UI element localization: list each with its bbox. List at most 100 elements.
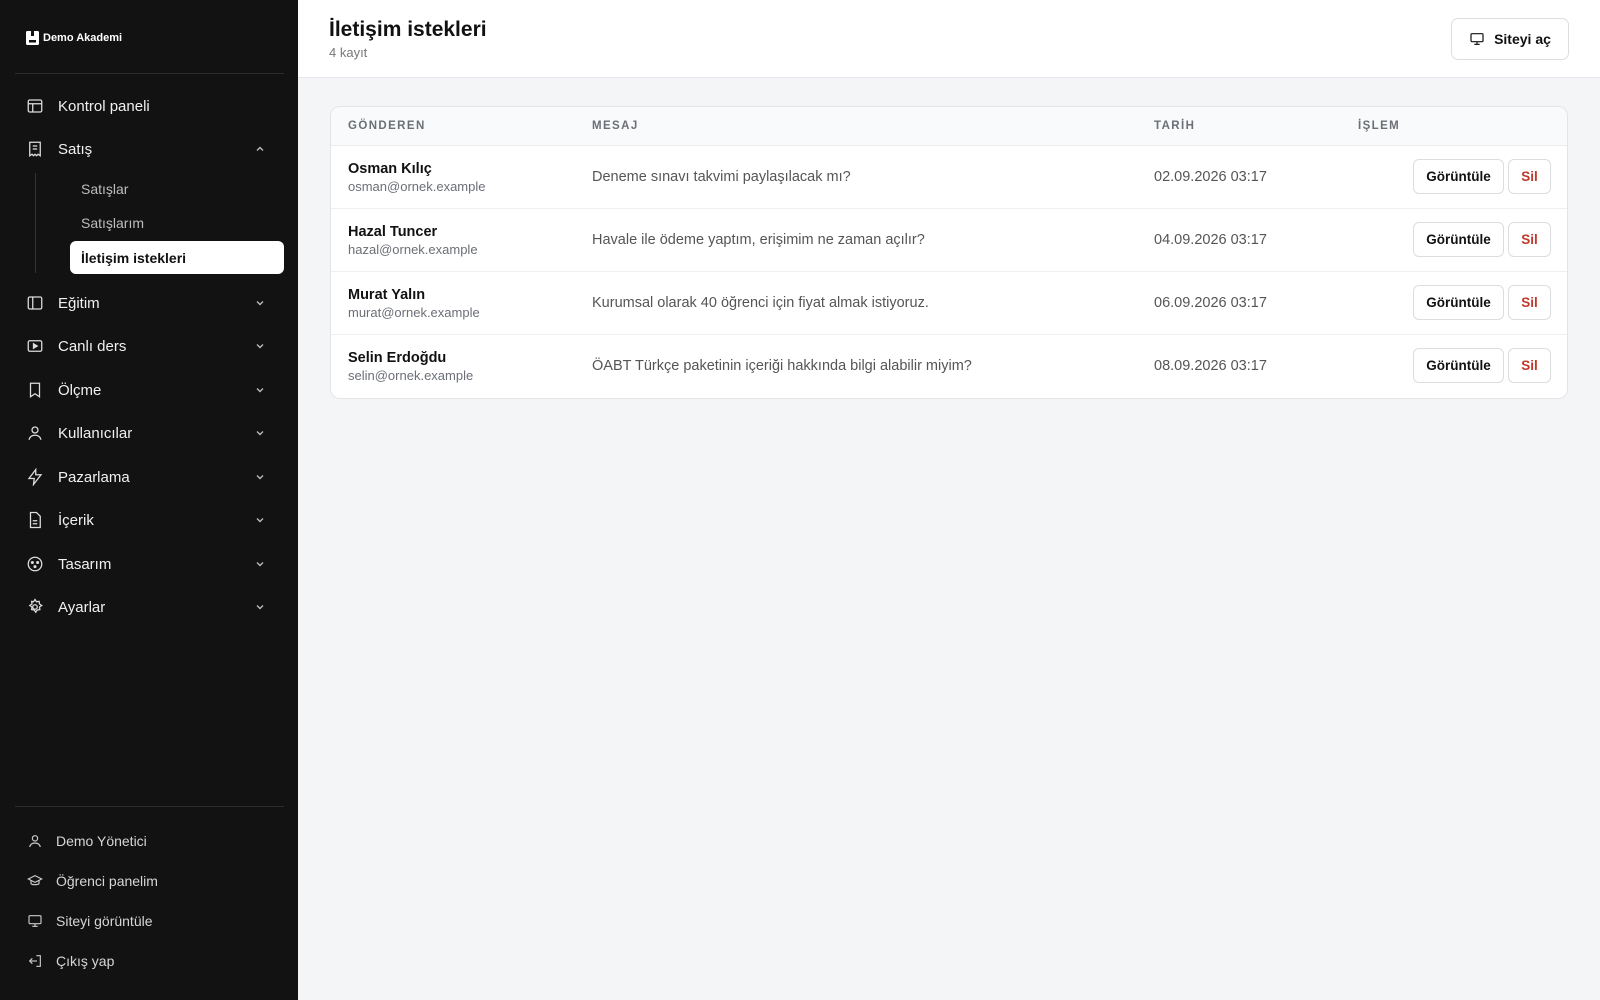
chevron-down-icon [254, 384, 266, 396]
sidebar-item-live-class[interactable]: Canlı ders [26, 328, 276, 364]
sidebar-item-content[interactable]: İçerik [26, 502, 276, 538]
table-row: Murat Yalın murat@ornek.example Kurumsal… [331, 272, 1567, 335]
sidebar-item-label: Pazarlama [58, 468, 130, 486]
sidebar-footer-logout[interactable]: Çıkış yap [27, 946, 277, 976]
sidebar-subitem-sales[interactable]: Satışlar [70, 172, 284, 205]
message-text: Deneme sınavı takvimi paylaşılacak mı? [592, 169, 851, 185]
table-row: Selin Erdoğdu selin@ornek.example ÖABT T… [331, 335, 1567, 398]
sender-email: osman@ornek.example [348, 179, 486, 194]
submenu-line [35, 173, 36, 273]
brand[interactable]: Demo Akademi [26, 31, 122, 45]
sidebar-subitem-contact-requests[interactable]: İletişim istekleri [70, 241, 284, 274]
sidebar-item-label: İçerik [58, 511, 94, 529]
subitem-label: Satışlar [81, 180, 129, 197]
chevron-down-icon [254, 601, 266, 613]
sidebar-divider [15, 73, 284, 74]
sidebar-item-assessment[interactable]: Ölçme [26, 372, 276, 408]
sender-name: Hazal Tuncer [348, 224, 438, 240]
sidebar-item-sales[interactable]: Satış [26, 131, 276, 167]
page-header: İletişim istekleri 4 kayıt Siteyi aç [298, 0, 1600, 78]
gear-icon [26, 598, 44, 616]
view-button[interactable]: Görüntüle [1413, 159, 1504, 194]
monitor-icon [27, 913, 43, 929]
sidebar-item-settings[interactable]: Ayarlar [26, 589, 276, 625]
brand-name: Demo Akademi [43, 32, 123, 44]
sidebar-item-education[interactable]: Eğitim [26, 285, 276, 321]
message-text: Havale ile ödeme yaptım, erişimim ne zam… [592, 232, 925, 248]
sidebar-footer-student-panel[interactable]: Öğrenci panelim [27, 866, 277, 896]
column-header-action: İŞLEM [1358, 120, 1401, 132]
message-date: 04.09.2026 03:17 [1154, 232, 1267, 248]
column-header-sender: GÖNDEREN [348, 120, 426, 132]
sidebar-divider [15, 806, 284, 807]
receipt-icon [26, 140, 44, 158]
sender-name: Osman Kılıç [348, 161, 432, 177]
chevron-down-icon [254, 471, 266, 483]
sender-email: hazal@ornek.example [348, 242, 478, 257]
message-date: 02.09.2026 03:17 [1154, 169, 1267, 185]
sidebar-item-label: Ölçme [58, 381, 102, 399]
delete-button[interactable]: Sil [1508, 159, 1551, 194]
chevron-down-icon [254, 558, 266, 570]
video-play-icon [26, 337, 44, 355]
view-button[interactable]: Görüntüle [1413, 285, 1504, 320]
graduation-cap-icon [27, 873, 43, 889]
sidebar-footer-view-site[interactable]: Siteyi görüntüle [27, 906, 277, 936]
sender-name: Selin Erdoğdu [348, 350, 447, 366]
monitor-icon [1469, 31, 1485, 47]
document-icon [26, 511, 44, 529]
record-count: 4 kayıt [329, 45, 368, 60]
footer-item-label: Çıkış yap [56, 953, 115, 969]
layout-icon [26, 97, 44, 115]
delete-button[interactable]: Sil [1508, 348, 1551, 383]
sidebar-item-label: Eğitim [58, 294, 100, 312]
sender-name: Murat Yalın [348, 287, 426, 303]
table-header: GÖNDEREN MESAJ TARİH İŞLEM [331, 107, 1567, 146]
palette-icon [26, 555, 44, 573]
delete-button[interactable]: Sil [1508, 222, 1551, 257]
sidebar-item-users[interactable]: Kullanıcılar [26, 415, 276, 451]
footer-item-label: Siteyi görüntüle [56, 913, 153, 929]
open-site-label: Siteyi aç [1494, 31, 1551, 47]
chevron-down-icon [254, 427, 266, 439]
brand-logo-icon [26, 31, 39, 45]
chevron-down-icon [254, 297, 266, 309]
user-icon [27, 833, 43, 849]
chevron-up-icon [254, 143, 266, 155]
message-text: ÖABT Türkçe paketinin içeriği hakkında b… [592, 358, 972, 374]
sidebar-subitem-my-sales[interactable]: Satışlarım [70, 206, 284, 239]
sidebar-item-marketing[interactable]: Pazarlama [26, 459, 276, 495]
delete-button[interactable]: Sil [1508, 285, 1551, 320]
message-date: 06.09.2026 03:17 [1154, 295, 1267, 311]
sidebar-item-label: Satış [58, 140, 93, 158]
message-date: 08.09.2026 03:17 [1154, 358, 1267, 374]
sidebar-item-label: Kullanıcılar [58, 424, 133, 442]
chevron-down-icon [254, 514, 266, 526]
table-row: Hazal Tuncer hazal@ornek.example Havale … [331, 209, 1567, 272]
sidebar-book-icon [26, 294, 44, 312]
view-button[interactable]: Görüntüle [1413, 348, 1504, 383]
subitem-label: İletişim istekleri [81, 249, 187, 266]
sender-email: murat@ornek.example [348, 305, 480, 320]
sender-email: selin@ornek.example [348, 368, 474, 383]
view-button[interactable]: Görüntüle [1413, 222, 1504, 257]
chevron-down-icon [254, 340, 266, 352]
sidebar-item-label: Canlı ders [58, 337, 127, 355]
column-header-message: MESAJ [592, 120, 639, 132]
table-row: Osman Kılıç osman@ornek.example Deneme s… [331, 146, 1567, 209]
sidebar-item-label: Ayarlar [58, 598, 106, 616]
sidebar-item-design[interactable]: Tasarım [26, 546, 276, 582]
message-text: Kurumsal olarak 40 öğrenci için fiyat al… [592, 295, 929, 311]
sidebar-footer-profile[interactable]: Demo Yönetici [27, 826, 277, 856]
footer-item-label: Öğrenci panelim [56, 873, 158, 889]
subitem-label: Satışlarım [81, 214, 145, 231]
footer-item-label: Demo Yönetici [56, 833, 147, 849]
open-site-button[interactable]: Siteyi aç [1451, 18, 1569, 60]
sidebar-item-label: Tasarım [58, 555, 112, 573]
sidebar-item-dashboard[interactable]: Kontrol paneli [26, 88, 276, 124]
logout-icon [27, 953, 43, 969]
column-header-date: TARİH [1154, 120, 1196, 132]
page-title: İletişim istekleri [329, 18, 487, 41]
sidebar-item-label: Kontrol paneli [58, 97, 150, 115]
sidebar: Demo Akademi Kontrol paneli Satış Satışl… [0, 0, 298, 1000]
